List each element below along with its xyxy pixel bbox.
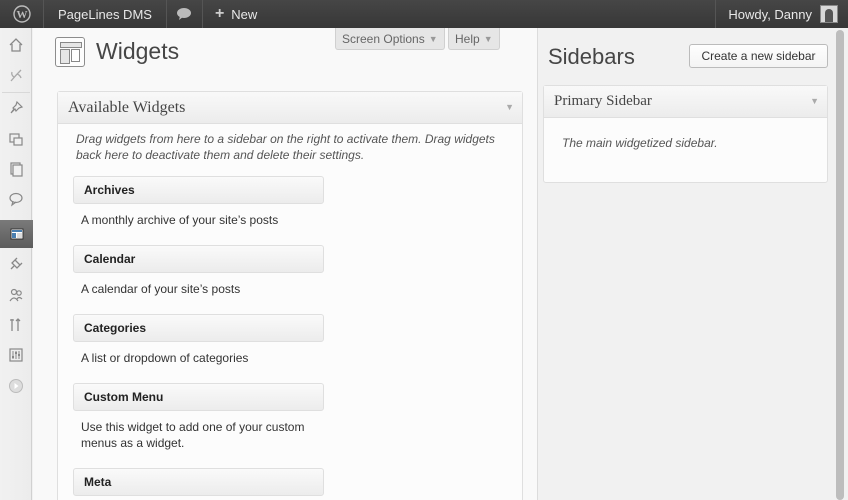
howdy-greeting: Howdy, Danny [728, 6, 812, 22]
primary-sidebar-description: The main widgetized sidebar. [562, 136, 718, 150]
primary-sidebar-title: Primary Sidebar [554, 93, 652, 109]
dashboard-icon[interactable] [0, 31, 32, 59]
help-button[interactable]: Help ▼ [448, 28, 500, 50]
scrollbar-thumb[interactable] [836, 30, 844, 500]
chevron-down-icon: ▼ [483, 33, 493, 44]
site-name-link[interactable]: PageLines DMS [44, 0, 167, 28]
plugins-icon[interactable] [0, 250, 32, 278]
chevron-down-icon: ▼ [428, 33, 438, 44]
plus-icon: + [214, 5, 225, 22]
widget-title[interactable]: Categories [73, 314, 324, 342]
svg-text:W: W [16, 9, 27, 21]
settings-icon[interactable] [0, 341, 32, 369]
widget-description: A calendar of your site’s posts [81, 282, 241, 296]
widget-title[interactable]: Meta [73, 468, 324, 496]
primary-sidebar-panel: Primary Sidebar ▼ The main widgetized si… [543, 85, 828, 183]
toggle-arrow-icon[interactable]: ▼ [505, 102, 514, 112]
create-sidebar-button[interactable]: Create a new sidebar [689, 44, 828, 68]
widget-description: A list or dropdown of categories [81, 351, 249, 365]
pages-icon[interactable] [0, 155, 32, 183]
comment-bubble-icon[interactable] [167, 0, 203, 28]
appearance-icon[interactable] [0, 220, 41, 248]
collapse-icon[interactable] [0, 372, 32, 400]
admin-menu [0, 28, 41, 500]
widget-meta[interactable]: Meta [73, 468, 324, 496]
widget-calendar[interactable]: Calendar A calendar of your site’s posts [73, 245, 324, 297]
posts-pin-icon[interactable] [0, 94, 32, 122]
available-widgets-panel: Available Widgets ▼ Drag widgets from he… [57, 91, 523, 500]
wordpress-logo-icon[interactable]: W [0, 0, 44, 28]
my-account-menu[interactable]: Howdy, Danny [715, 0, 848, 28]
screen-options-label: Screen Options [342, 31, 425, 46]
admin-bar: W PageLines DMS + New Howdy, Danny [0, 0, 848, 28]
screen-options-button[interactable]: Screen Options ▼ [335, 28, 445, 50]
new-label: New [231, 6, 258, 22]
tools-icon[interactable] [0, 311, 32, 339]
primary-sidebar-header[interactable]: Primary Sidebar ▼ [544, 86, 827, 118]
widget-description: A monthly archive of your site’s posts [81, 213, 279, 227]
pagelines-icon[interactable] [0, 61, 32, 89]
widget-custom-menu[interactable]: Custom Menu Use this widget to add one o… [73, 383, 324, 451]
sidebars-title: Sidebars [548, 44, 635, 69]
widget-description: Use this widget to add one of your custo… [81, 420, 305, 450]
available-widgets-description: Drag widgets from here to a sidebar on t… [76, 132, 495, 162]
available-widgets-title: Available Widgets [68, 98, 186, 116]
media-icon[interactable] [0, 125, 32, 153]
widget-title[interactable]: Custom Menu [73, 383, 324, 411]
comments-icon[interactable] [0, 185, 32, 213]
avatar [820, 5, 838, 23]
widget-title[interactable]: Calendar [73, 245, 324, 273]
available-widgets-header[interactable]: Available Widgets ▼ [58, 92, 522, 124]
widget-title[interactable]: Archives [73, 176, 324, 204]
new-content-menu[interactable]: + New [203, 0, 269, 28]
widgets-page-icon [55, 37, 85, 67]
help-label: Help [455, 31, 480, 46]
toggle-arrow-icon[interactable]: ▼ [810, 96, 819, 106]
widget-categories[interactable]: Categories A list or dropdown of categor… [73, 314, 324, 366]
page-title: Widgets [96, 38, 180, 64]
users-icon[interactable] [0, 281, 32, 309]
widget-archives[interactable]: Archives A monthly archive of your site’… [73, 176, 324, 228]
